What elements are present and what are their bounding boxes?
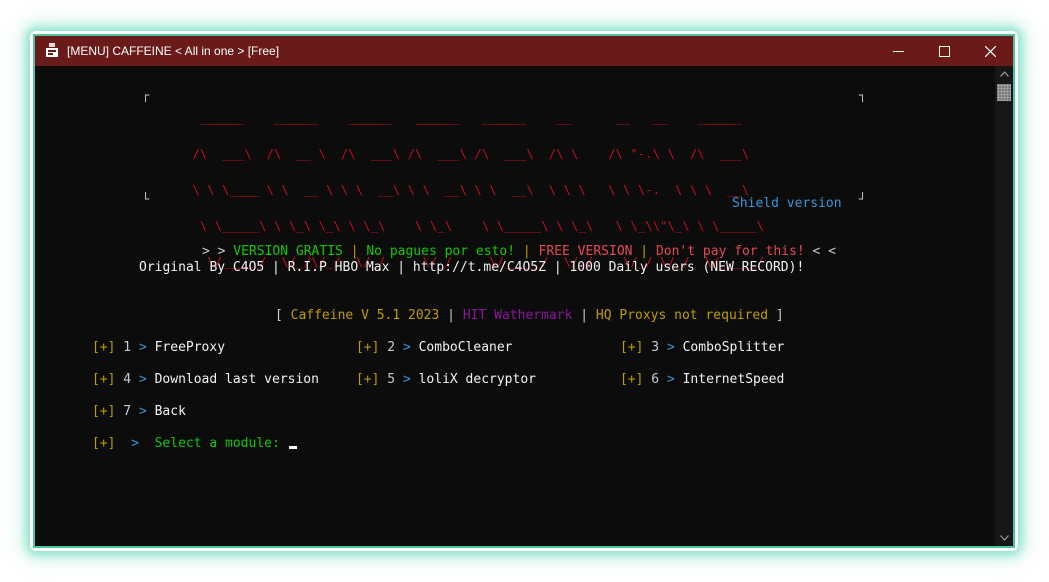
console-window[interactable]: [MENU] CAFFEINE < All in one > [Free] ┌ … bbox=[33, 34, 1015, 548]
console-app-icon bbox=[46, 43, 58, 57]
caffeine-version: Caffeine V 5.1 2023 bbox=[290, 308, 440, 323]
banner-frame-bottom-right: ┘ bbox=[859, 192, 867, 206]
banner-frame-top-right: ┐ bbox=[859, 88, 867, 102]
menu-number: 1 bbox=[123, 340, 132, 355]
menu-number: 3 bbox=[651, 340, 660, 355]
close-icon bbox=[984, 45, 996, 57]
module-prompt[interactable]: [+] > Select a module: bbox=[45, 420, 297, 468]
scroll-down-button[interactable] bbox=[995, 530, 1013, 546]
menu-bracket: [+] bbox=[91, 372, 116, 387]
banner-frame-bottom-left: └ bbox=[142, 192, 150, 206]
separator: | bbox=[522, 244, 531, 259]
version-suffix: < < bbox=[812, 244, 836, 259]
version-prefix: > > bbox=[201, 244, 226, 259]
chevron-icon: > bbox=[131, 436, 139, 451]
text-cursor[interactable] bbox=[288, 446, 297, 449]
prompt-bracket: [+] bbox=[91, 436, 116, 451]
menu-bracket: [+] bbox=[619, 340, 644, 355]
credits-line: Original By C4O5 | R.I.P HBO Max | http:… bbox=[139, 260, 805, 275]
separator: | bbox=[580, 308, 589, 323]
menu-bracket: [+] bbox=[355, 372, 380, 387]
scroll-up-button[interactable] bbox=[995, 66, 1013, 82]
menu-label: Back bbox=[154, 404, 186, 419]
menu-number: 5 bbox=[387, 372, 396, 387]
menu-bracket: [+] bbox=[619, 372, 644, 387]
free-version-text: FREE VERSION bbox=[538, 244, 633, 259]
ascii-art-line: ______ ______ ______ ______ ______ __ __… bbox=[185, 111, 742, 125]
dont-pay-text: Don't pay for this! bbox=[655, 244, 805, 259]
chevron-icon: > bbox=[138, 404, 147, 419]
separator: | bbox=[447, 308, 455, 323]
ascii-art-line: /\ ___\ /\ __ \ /\ ___\ /\ ___\ /\ ___\ … bbox=[185, 147, 750, 161]
console-output[interactable]: ┌ ┐ └ ┘ ______ ______ ______ ______ ____… bbox=[35, 66, 995, 546]
title-bar[interactable]: [MENU] CAFFEINE < All in one > [Free] bbox=[35, 36, 1013, 66]
chevron-icon: > bbox=[138, 340, 147, 355]
close-button[interactable] bbox=[967, 36, 1013, 66]
menu-label: InternetSpeed bbox=[682, 372, 785, 387]
minimize-button[interactable] bbox=[875, 36, 921, 66]
chevron-icon: > bbox=[402, 340, 411, 355]
vertical-scrollbar[interactable] bbox=[995, 66, 1013, 546]
menu-number: 2 bbox=[387, 340, 396, 355]
version-gratis: VERSION GRATIS bbox=[233, 244, 343, 259]
chevron-icon: > bbox=[666, 340, 675, 355]
chevron-icon: > bbox=[138, 372, 147, 387]
separator: | bbox=[350, 244, 359, 259]
separator: | bbox=[640, 244, 649, 259]
menu-number: 7 bbox=[123, 404, 132, 419]
minimize-icon bbox=[892, 50, 904, 52]
menu-label: FreeProxy bbox=[154, 340, 226, 355]
shield-version-label: Shield version bbox=[732, 196, 842, 211]
menu-label: loliX decryptor bbox=[418, 372, 536, 387]
menu-bracket: [+] bbox=[355, 340, 380, 355]
prompt-label: Select a module: bbox=[154, 436, 280, 451]
menu-label: ComboCleaner bbox=[418, 340, 513, 355]
maximize-icon bbox=[938, 45, 950, 57]
hq-proxys-text: HQ Proxys not required bbox=[595, 308, 769, 323]
menu-item-5[interactable]: [+] 5 > loliX decryptor bbox=[309, 356, 536, 404]
ascii-art-line: \ \ \____ \ \ __ \ \ \ __\ \ \ __\ \ \ _… bbox=[185, 183, 750, 197]
info-open-bracket: [ bbox=[274, 308, 283, 323]
banner-frame-top-left: ┌ bbox=[142, 88, 150, 102]
menu-label: Download last version bbox=[154, 372, 319, 387]
chevron-down-icon bbox=[999, 535, 1009, 541]
menu-bracket: [+] bbox=[91, 404, 116, 419]
chevron-up-icon bbox=[999, 71, 1009, 77]
menu-item-6[interactable]: [+] 6 > InternetSpeed bbox=[573, 356, 784, 404]
window-title: [MENU] CAFFEINE < All in one > [Free] bbox=[67, 44, 280, 58]
info-close-bracket: ] bbox=[775, 308, 784, 323]
maximize-button[interactable] bbox=[921, 36, 967, 66]
chevron-icon: > bbox=[666, 372, 675, 387]
menu-bracket: [+] bbox=[91, 340, 116, 355]
chevron-icon: > bbox=[402, 372, 411, 387]
menu-number: 4 bbox=[123, 372, 132, 387]
menu-number: 6 bbox=[651, 372, 660, 387]
scrollbar-thumb[interactable] bbox=[997, 84, 1011, 101]
no-pagues-text: No pagues por esto! bbox=[366, 244, 516, 259]
hit-watermark: HIT Wathermark bbox=[462, 308, 573, 323]
menu-label: ComboSplitter bbox=[682, 340, 785, 355]
